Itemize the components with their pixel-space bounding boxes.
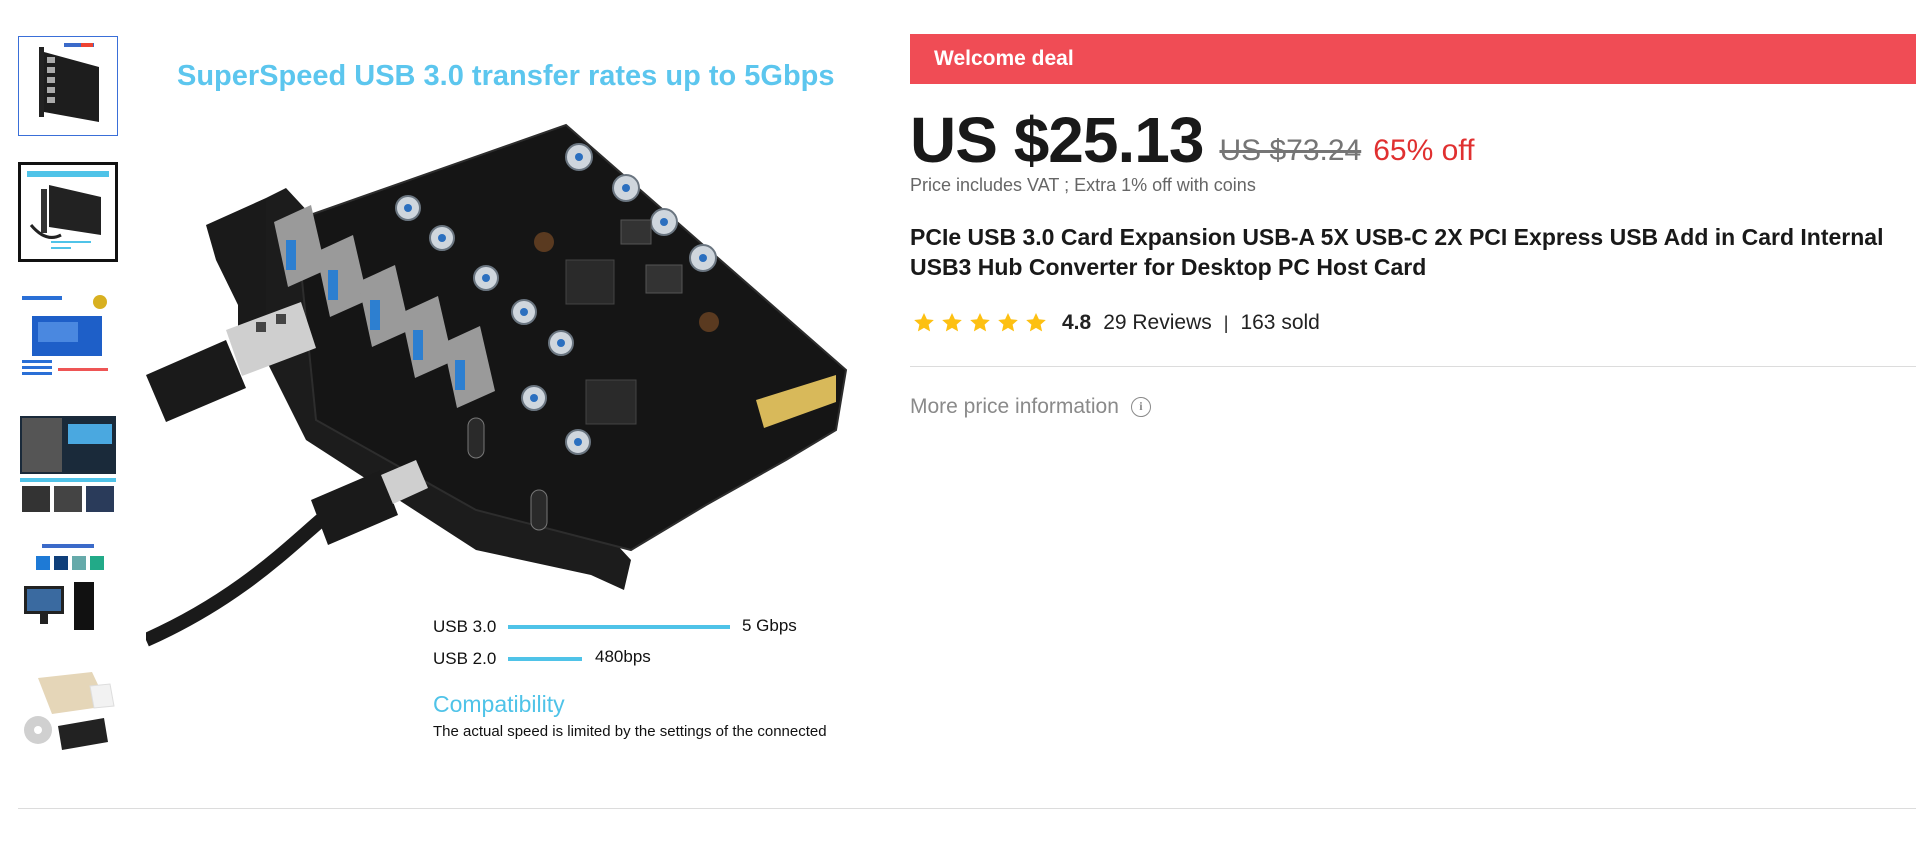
discount-percent: 65% off	[1373, 134, 1475, 167]
star-icon	[970, 313, 990, 332]
star-icon	[998, 313, 1018, 332]
info-icon[interactable]: i	[1130, 397, 1151, 417]
rating-score: 4.8	[1062, 311, 1092, 334]
thumbnail-2-image	[27, 171, 109, 249]
sold-count: 163 sold	[1240, 311, 1320, 334]
usb3-speed-bar	[508, 625, 730, 629]
welcome-deal-banner: Welcome deal	[910, 34, 1916, 84]
divider	[910, 366, 1916, 367]
image-headline: SuperSpeed USB 3.0 transfer rates up to …	[177, 60, 835, 92]
rating-row: 4.8 29 Reviews | 163 sold	[912, 308, 1320, 338]
thumbnail-2[interactable]	[18, 162, 118, 262]
more-price-info[interactable]: More price information i	[910, 395, 1151, 419]
product-title: PCIe USB 3.0 Card Expansion USB-A 5X USB…	[910, 224, 1884, 280]
reviews-link[interactable]: 29 Reviews	[1103, 311, 1212, 335]
thumbnail-6-image	[24, 672, 115, 750]
section-divider	[18, 808, 1916, 809]
price-note: Price includes VAT ; Extra 1% off with c…	[910, 175, 1256, 195]
current-price: US $25.13	[910, 104, 1204, 176]
usb2-speed-bar	[508, 657, 582, 661]
thumbnail-4[interactable]	[18, 414, 118, 514]
compatibility-title: Compatibility	[433, 691, 565, 717]
thumbnail-3-image	[22, 295, 108, 375]
usb3-label: USB 3.0	[433, 617, 496, 636]
thumbnail-5-image	[24, 544, 104, 630]
rating-separator: |	[1223, 312, 1229, 333]
main-product-image[interactable]: SuperSpeed USB 3.0 transfer rates up to …	[143, 30, 856, 760]
thumbnail-6[interactable]	[18, 666, 118, 766]
thumbnail-4-image	[20, 416, 116, 512]
original-price: US $73.24	[1219, 134, 1362, 167]
more-price-info-label: More price information	[910, 395, 1119, 418]
thumbnail-1-image	[39, 43, 99, 122]
price-row: US $25.13 US $73.24 65% off	[910, 96, 1474, 176]
usb2-speed: 480bps	[595, 647, 651, 666]
thumbnail-5[interactable]	[18, 540, 118, 640]
usb3-speed: 5 Gbps	[742, 616, 797, 635]
star-icon	[1026, 313, 1046, 332]
star-icon	[942, 313, 962, 332]
rating-stars[interactable]	[912, 311, 1048, 335]
pcie-card-image: SuperSpeed USB 3.0 transfer rates up to …	[143, 60, 848, 740]
usb2-label: USB 2.0	[433, 649, 496, 668]
thumbnail-1[interactable]	[18, 36, 118, 136]
thumbnail-3[interactable]	[18, 288, 118, 388]
compatibility-text: The actual speed is limited by the setti…	[433, 723, 827, 740]
star-icon	[914, 313, 934, 332]
